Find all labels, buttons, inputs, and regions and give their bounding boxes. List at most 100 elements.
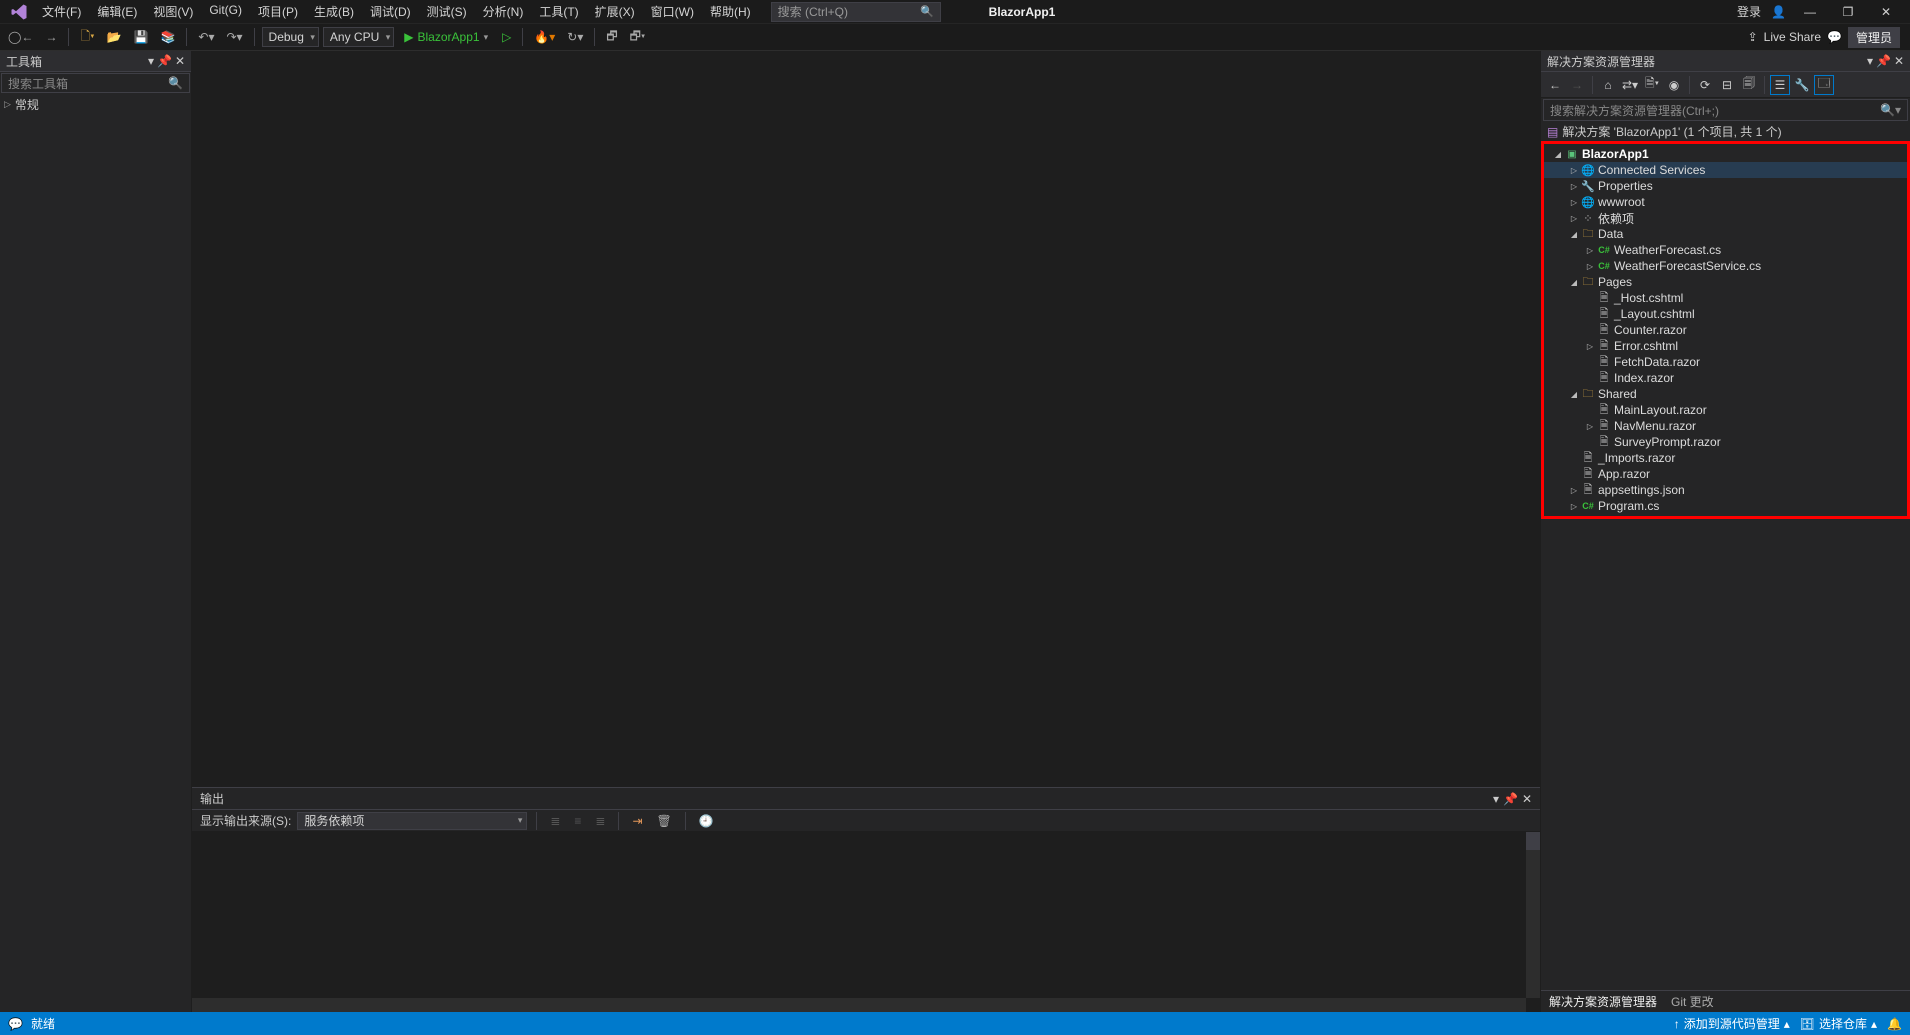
window-close-button[interactable]: ✕ <box>1872 5 1900 19</box>
global-search-input[interactable]: 搜索 (Ctrl+Q) 🔍 <box>771 2 941 22</box>
menu-item-11[interactable]: 窗口(W) <box>643 3 702 20</box>
start-without-debug-button[interactable]: ▷ <box>498 30 515 44</box>
menu-item-5[interactable]: 生成(B) <box>306 3 362 20</box>
output-pin-icon[interactable]: 📌 <box>1503 792 1518 806</box>
solexp-back-button[interactable]: ← <box>1545 75 1565 95</box>
menu-item-3[interactable]: Git(G) <box>201 3 250 20</box>
tree-node[interactable]: 🗎SurveyPrompt.razor <box>1544 434 1907 450</box>
add-to-source-control-button[interactable]: ↑ 添加到源代码管理 ▴ <box>1674 1015 1790 1032</box>
menu-item-8[interactable]: 分析(N) <box>475 3 532 20</box>
tree-node[interactable]: 🗎_Imports.razor <box>1544 450 1907 466</box>
save-all-button[interactable]: 📚 <box>156 30 179 44</box>
output-close-icon[interactable]: ✕ <box>1522 792 1532 806</box>
redo-button[interactable]: ↷▾ <box>222 30 246 44</box>
output-horizontal-scrollbar[interactable] <box>192 998 1526 1012</box>
expand-arrow-icon[interactable] <box>1568 181 1580 191</box>
select-repo-button[interactable]: 🗄 选择仓库 ▴ <box>1800 1015 1877 1032</box>
tab-solution-explorer[interactable]: 解决方案资源管理器 <box>1549 993 1657 1010</box>
output-options-icon[interactable]: ▾ <box>1493 792 1499 806</box>
menu-item-1[interactable]: 编辑(E) <box>89 3 145 20</box>
misc-button-1[interactable]: 🗗 <box>602 27 621 48</box>
tree-node[interactable]: C#Program.cs <box>1544 498 1907 514</box>
hot-reload-button[interactable]: 🔥▾ <box>530 30 559 44</box>
notifications-button[interactable]: 🔔 <box>1887 1017 1902 1031</box>
output-source-combo[interactable]: 服务依赖项 <box>297 812 527 830</box>
solexp-showall-button[interactable]: 🗐 <box>1739 75 1759 95</box>
expand-arrow-icon[interactable] <box>1584 421 1596 431</box>
browse-back-button[interactable]: ↻▾ <box>563 30 587 44</box>
solexp-properties-button[interactable]: 🔧 <box>1792 75 1812 95</box>
login-button[interactable]: 登录 <box>1737 3 1761 20</box>
platform-combo[interactable]: Any CPU <box>323 27 394 47</box>
nav-back-button[interactable]: ◯← <box>4 30 37 44</box>
menu-item-10[interactable]: 扩展(X) <box>587 3 643 20</box>
tree-node[interactable]: C#WeatherForecastService.cs <box>1544 258 1907 274</box>
tree-node[interactable]: 🗎Index.razor <box>1544 370 1907 386</box>
tree-node[interactable]: 🗎App.razor <box>1544 466 1907 482</box>
expand-arrow-icon[interactable] <box>1568 389 1580 399</box>
solexp-pin-icon[interactable]: 📌 <box>1876 54 1891 68</box>
status-chat-icon[interactable]: 💬 <box>8 1017 23 1031</box>
feedback-button[interactable]: 💬 <box>1827 30 1842 44</box>
tree-node[interactable]: 🌐wwwroot <box>1544 194 1907 210</box>
output-clear-button[interactable]: 🗑 <box>653 814 676 828</box>
admin-badge[interactable]: 管理员 <box>1848 27 1900 48</box>
nav-forward-button[interactable]: → <box>41 30 61 44</box>
tab-git-changes[interactable]: Git 更改 <box>1671 993 1714 1010</box>
expand-arrow-icon[interactable] <box>1568 197 1580 207</box>
menu-item-9[interactable]: 工具(T) <box>531 3 586 20</box>
solexp-options-icon[interactable]: ▾ <box>1867 54 1873 68</box>
tree-node[interactable]: ⁘依赖项 <box>1544 210 1907 226</box>
toolbox-search-input[interactable]: 搜索工具箱 🔍 <box>1 73 190 93</box>
solexp-collapse-button[interactable]: ⊟ <box>1717 75 1737 95</box>
solution-explorer-search-input[interactable]: 搜索解决方案资源管理器(Ctrl+;) 🔍▾ <box>1543 99 1908 121</box>
menu-item-0[interactable]: 文件(F) <box>34 3 89 20</box>
open-file-button[interactable]: 📂 <box>103 30 126 44</box>
solexp-home-button[interactable]: ⌂ <box>1598 75 1618 95</box>
expand-arrow-icon[interactable] <box>1568 165 1580 175</box>
expand-arrow-icon[interactable] <box>1568 501 1580 511</box>
solexp-fwd-button[interactable]: → <box>1567 75 1587 95</box>
solexp-filter-button[interactable]: 🗎▾ <box>1642 75 1662 95</box>
menu-item-4[interactable]: 项目(P) <box>250 3 306 20</box>
solexp-preview-button[interactable]: 🗔 <box>1814 75 1834 95</box>
new-project-button[interactable]: 🗋▾ <box>76 27 98 48</box>
solexp-close-icon[interactable]: ✕ <box>1894 54 1904 68</box>
output-btn-2[interactable]: ≡ <box>570 814 585 828</box>
menu-item-6[interactable]: 调试(D) <box>362 3 419 20</box>
toolbox-options-icon[interactable]: ▾ <box>148 54 154 68</box>
expand-arrow-icon[interactable] <box>1584 261 1596 271</box>
tree-node[interactable]: 🗀Data <box>1544 226 1907 242</box>
expand-arrow-icon[interactable] <box>1568 213 1580 223</box>
menu-item-7[interactable]: 测试(S) <box>419 3 475 20</box>
window-restore-button[interactable]: ❐ <box>1834 5 1862 19</box>
expand-arrow-icon[interactable] <box>1568 229 1580 239</box>
tree-node[interactable]: 🌐Connected Services <box>1544 162 1907 178</box>
menu-item-2[interactable]: 视图(V) <box>145 3 201 20</box>
tree-node[interactable]: C#WeatherForecast.cs <box>1544 242 1907 258</box>
misc-button-2[interactable]: 🗗▾ <box>626 27 650 48</box>
toolbox-close-icon[interactable]: ✕ <box>175 54 185 68</box>
window-minimize-button[interactable]: — <box>1796 5 1824 19</box>
solution-root[interactable]: ▤ 解决方案 'BlazorApp1' (1 个项目, 共 1 个) <box>1541 122 1910 141</box>
output-btn-3[interactable]: ≣ <box>591 814 609 828</box>
tree-node[interactable]: 🗎appsettings.json <box>1544 482 1907 498</box>
expand-arrow-icon[interactable] <box>1584 245 1596 255</box>
output-wrap-button[interactable]: ⇥ <box>628 814 646 828</box>
live-share-button[interactable]: Live Share <box>1764 30 1821 44</box>
expand-arrow-icon[interactable] <box>1552 149 1564 159</box>
expand-arrow-icon[interactable] <box>1568 485 1580 495</box>
solexp-sync-button[interactable]: ◉ <box>1664 75 1684 95</box>
configuration-combo[interactable]: Debug <box>262 27 319 47</box>
undo-button[interactable]: ↶▾ <box>194 30 218 44</box>
solexp-switch-button[interactable]: ⇄▾ <box>1620 75 1640 95</box>
output-vertical-scrollbar[interactable] <box>1526 832 1540 998</box>
menu-item-12[interactable]: 帮助(H) <box>702 3 759 20</box>
output-btn-1[interactable]: ≣ <box>546 814 564 828</box>
tree-node[interactable]: 🔧Properties <box>1544 178 1907 194</box>
output-clock-button[interactable]: 🕘 <box>695 814 718 828</box>
expand-arrow-icon[interactable] <box>1568 277 1580 287</box>
toolbox-pin-icon[interactable]: 📌 <box>157 54 172 68</box>
expand-arrow-icon[interactable] <box>1584 341 1596 351</box>
save-button[interactable]: 💾 <box>129 30 152 44</box>
